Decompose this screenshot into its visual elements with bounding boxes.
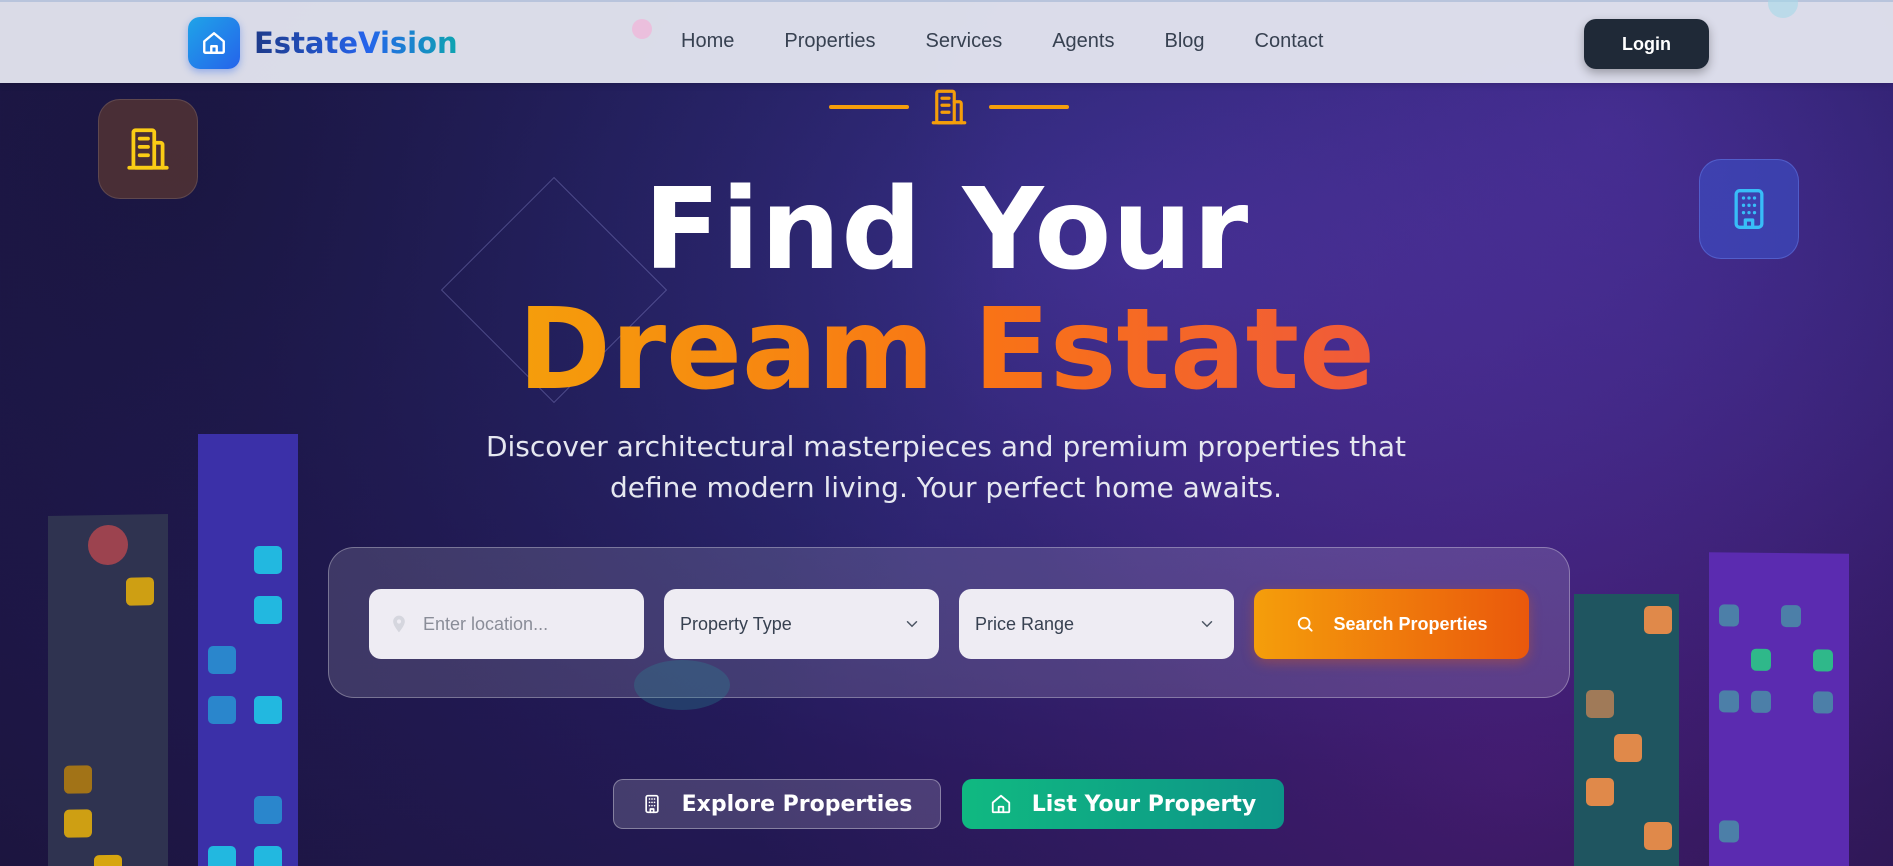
hero-title-highlight: Dream Estate [517,285,1376,415]
building-window [1751,690,1771,713]
ornament-line-right [989,105,1069,109]
building-window [64,809,92,838]
building-right-purple [1709,552,1849,866]
search-icon [1298,616,1314,632]
office-building-icon [644,794,659,814]
location-input[interactable]: Enter location... [423,614,548,635]
building-light [88,524,128,566]
nav-link-contact[interactable]: Contact [1255,30,1324,53]
top-navbar: EstateVision Home Properties Services Ag… [0,0,1893,83]
brand-name: EstateVision [254,26,458,60]
search-properties-button[interactable]: Search Properties [1254,589,1529,659]
nav-link-properties[interactable]: Properties [784,30,875,53]
login-button[interactable]: Login [1584,19,1709,69]
building-window [1614,734,1642,762]
logo-badge [188,17,240,69]
search-button-label: Search Properties [1333,613,1488,634]
price-range-select[interactable]: Price Range [959,589,1234,659]
building-window [208,696,236,724]
nav-link-services[interactable]: Services [926,30,1003,53]
property-type-value: Property Type [680,613,792,634]
building-window [1586,690,1614,718]
chevron-down-icon [906,621,918,628]
building-window [1719,820,1739,843]
home-icon [203,32,225,54]
building-window [254,696,282,724]
building-window [1644,606,1672,634]
hero-title-line2: Dream Estate [0,285,1893,415]
building-window [1644,822,1672,850]
property-type-select[interactable]: Property Type [664,589,939,659]
nav-link-blog[interactable]: Blog [1164,30,1204,53]
list-property-button[interactable]: List Your Property [962,779,1284,829]
building-window [254,546,282,574]
building-window [94,854,122,866]
ornament-line-left [829,105,909,109]
brand-logo[interactable]: EstateVision [188,17,458,69]
decorative-glow [634,660,730,710]
building-window [1751,648,1771,671]
building-window [1586,778,1614,806]
building-left-blue [198,434,298,866]
building-icon [931,89,967,125]
explore-properties-button[interactable]: Explore Properties [613,779,941,829]
list-button-label: List Your Property [1031,791,1257,817]
building-window [1813,649,1833,672]
chevron-down-icon [1201,621,1213,628]
nav-link-agents[interactable]: Agents [1052,30,1114,53]
location-field[interactable]: Enter location... [369,589,644,659]
search-panel: Enter location... Property Type Price Ra… [328,547,1570,698]
building-window [64,765,92,794]
building-window [126,577,154,606]
building-window [254,796,282,824]
building-window [254,596,282,624]
nav-links: Home Properties Services Agents Blog Con… [681,30,1373,53]
decorative-dot [1768,0,1798,18]
building-window [208,646,236,674]
nav-link-home[interactable]: Home [681,30,734,53]
location-pin-icon [393,615,405,633]
hero-title-line1: Find Your [643,165,1250,295]
building-right-teal [1574,594,1679,866]
building-window [1781,605,1801,628]
building-window [1719,690,1739,713]
explore-button-label: Explore Properties [681,791,913,817]
building-window [1719,604,1739,627]
building-window [1813,691,1833,714]
home-icon [991,794,1010,814]
building-window [254,846,282,866]
building-left-gray [48,513,168,866]
decorative-dot [632,19,652,39]
price-range-value: Price Range [975,613,1075,634]
building-window [208,846,236,866]
hero-subtitle: Discover architectural masterpieces and … [485,430,1407,504]
